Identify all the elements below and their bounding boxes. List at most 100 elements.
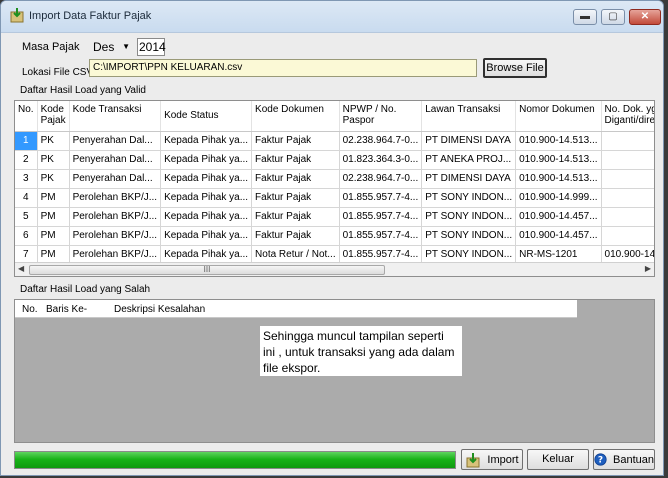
table-cell[interactable]: PT SONY INDON... xyxy=(421,226,517,246)
file-path-input[interactable]: C:\IMPORT\PPN KELUARAN.csv xyxy=(89,59,477,77)
table-cell[interactable]: Kepada Pihak ya... xyxy=(160,207,253,227)
table-cell[interactable]: 010.900-14.457... xyxy=(515,226,602,246)
table-cell[interactable]: PM xyxy=(37,207,70,227)
import-button[interactable]: Import xyxy=(461,449,523,470)
table-cell[interactable] xyxy=(601,207,654,227)
window-title: Import Data Faktur Pajak xyxy=(29,10,152,22)
row-number-cell[interactable]: 1 xyxy=(15,131,38,151)
title-bar[interactable]: Import Data Faktur Pajak ▬ ▢ ✕ xyxy=(1,1,663,33)
table-cell[interactable]: PK xyxy=(37,169,70,189)
table-cell[interactable]: Faktur Pajak xyxy=(251,226,340,246)
valid-data-grid[interactable]: No. Kode Pajak Kode Transaksi Kode Statu… xyxy=(14,100,655,277)
help-icon: ? xyxy=(594,453,607,466)
table-cell[interactable]: Kepada Pihak ya... xyxy=(160,150,253,170)
table-cell[interactable]: 010.900-14.513... xyxy=(515,169,602,189)
table-cell[interactable] xyxy=(601,150,654,170)
table-cell[interactable]: 010.900-14.999... xyxy=(515,188,602,208)
keluar-button[interactable]: Keluar xyxy=(527,449,589,470)
valid-header-row: No. Kode Pajak Kode Transaksi Kode Statu… xyxy=(15,101,654,132)
table-cell[interactable]: Faktur Pajak xyxy=(251,169,340,189)
table-cell[interactable] xyxy=(601,188,654,208)
month-select[interactable]: Des ▼ xyxy=(89,38,133,56)
col-header[interactable]: Lawan Transaksi xyxy=(421,101,517,132)
table-cell[interactable]: Penyerahan Dal... xyxy=(69,169,162,189)
table-cell[interactable]: PT SONY INDON... xyxy=(421,188,517,208)
table-cell[interactable]: 01.855.957.7-4... xyxy=(339,207,423,227)
table-cell[interactable]: PT SONY INDON... xyxy=(421,207,517,227)
table-row[interactable]: 1 PK Penyerahan Dal... Kepada Pihak ya... Fa… xyxy=(15,131,654,151)
table-cell[interactable]: 01.823.364.3-0... xyxy=(339,150,423,170)
col-header[interactable]: Kode Transaksi xyxy=(69,101,162,132)
table-cell[interactable]: PK xyxy=(37,150,70,170)
maximize-button[interactable]: ▢ xyxy=(601,9,625,25)
table-cell[interactable]: 010.900-14.513... xyxy=(515,150,602,170)
table-cell[interactable]: PK xyxy=(37,131,70,151)
import-dialog-window: Import Data Faktur Pajak ▬ ▢ ✕ Masa Paja… xyxy=(0,0,664,476)
table-cell[interactable]: Faktur Pajak xyxy=(251,150,340,170)
table-row[interactable]: 2 PK Penyerahan Dal... Kepada Pihak ya... Fa… xyxy=(15,150,654,170)
table-cell[interactable]: PT DIMENSI DAYA xyxy=(421,131,517,151)
table-cell[interactable]: Penyerahan Dal... xyxy=(69,150,162,170)
col-header[interactable]: Kode Dokumen xyxy=(251,101,340,132)
scroll-thumb[interactable]: III xyxy=(29,265,385,275)
horizontal-scrollbar[interactable]: ◀ III ▶ xyxy=(15,262,654,276)
table-cell[interactable]: Perolehan BKP/J... xyxy=(69,188,162,208)
table-cell[interactable]: PT DIMENSI DAYA xyxy=(421,169,517,189)
close-button[interactable]: ✕ xyxy=(629,9,661,25)
table-cell[interactable]: 01.855.957.7-4... xyxy=(339,188,423,208)
import-label: Import xyxy=(487,453,519,466)
table-cell[interactable]: PM xyxy=(37,188,70,208)
minimize-button[interactable]: ▬ xyxy=(573,9,597,25)
bantuan-button[interactable]: ? Bantuan xyxy=(593,449,655,470)
table-cell[interactable]: 010.900-14.457... xyxy=(515,207,602,227)
table-cell[interactable] xyxy=(601,169,654,189)
col-header[interactable]: Nomor Dokumen xyxy=(515,101,602,132)
progress-fill xyxy=(15,452,455,468)
table-cell[interactable]: 02.238.964.7-0... xyxy=(339,131,423,151)
table-cell[interactable]: Kepada Pihak ya... xyxy=(160,131,253,151)
table-row[interactable]: 5 PM Perolehan BKP/J... Kepada Pihak ya... F… xyxy=(15,207,654,227)
svg-text:?: ? xyxy=(598,456,603,466)
col-header[interactable]: Kode Status xyxy=(160,101,253,132)
row-number-cell[interactable]: 5 xyxy=(15,207,38,227)
load-progress-bar xyxy=(14,451,456,469)
year-input[interactable]: 2014 xyxy=(137,38,166,56)
row-number-cell[interactable]: 6 xyxy=(15,226,38,246)
bantuan-label: Bantuan xyxy=(613,453,654,466)
row-number-cell[interactable]: 4 xyxy=(15,188,38,208)
table-cell[interactable] xyxy=(601,131,654,151)
browse-file-button[interactable]: Browse File xyxy=(483,58,547,78)
table-cell[interactable]: Faktur Pajak xyxy=(251,188,340,208)
table-cell[interactable]: Faktur Pajak xyxy=(251,207,340,227)
table-cell[interactable]: Perolehan BKP/J... xyxy=(69,226,162,246)
table-cell[interactable]: PM xyxy=(37,226,70,246)
table-cell[interactable]: Perolehan BKP/J... xyxy=(69,207,162,227)
lokasi-file-label: Lokasi File CSV xyxy=(22,67,94,78)
col-header[interactable]: Kode Pajak xyxy=(37,101,70,132)
col-header[interactable]: NPWP / No. Paspor xyxy=(339,101,423,132)
scroll-right-icon[interactable]: ▶ xyxy=(645,264,651,273)
valid-table-body: 1 PK Penyerahan Dal... Kepada Pihak ya... Fa… xyxy=(15,131,654,265)
table-cell[interactable]: Kepada Pihak ya... xyxy=(160,169,253,189)
col-header[interactable]: Deskripsi Kesalahan xyxy=(114,304,205,315)
table-cell[interactable]: PT ANEKA PROJ... xyxy=(421,150,517,170)
table-row[interactable]: 4 PM Perolehan BKP/J... Kepada Pihak ya... F… xyxy=(15,188,654,208)
table-row[interactable]: 6 PM Perolehan BKP/J... Kepada Pihak ya... F… xyxy=(15,226,654,246)
dropdown-arrow-icon: ▼ xyxy=(122,42,130,51)
table-cell[interactable]: Penyerahan Dal... xyxy=(69,131,162,151)
scroll-left-icon[interactable]: ◀ xyxy=(18,264,24,273)
table-cell[interactable]: 01.855.957.7-4... xyxy=(339,226,423,246)
col-header[interactable]: Baris Ke- xyxy=(46,304,87,315)
col-header[interactable]: No. Dok. yg Diganti/diretur xyxy=(601,101,654,132)
row-number-cell[interactable]: 2 xyxy=(15,150,38,170)
col-header[interactable]: No. xyxy=(22,304,38,315)
table-cell[interactable] xyxy=(601,226,654,246)
table-row[interactable]: 3 PK Penyerahan Dal... Kepada Pihak ya... Fa… xyxy=(15,169,654,189)
table-cell[interactable]: Faktur Pajak xyxy=(251,131,340,151)
table-cell[interactable]: 010.900-14.513... xyxy=(515,131,602,151)
table-cell[interactable]: Kepada Pihak ya... xyxy=(160,226,253,246)
col-header[interactable]: No. xyxy=(15,101,38,132)
table-cell[interactable]: 02.238.964.7-0... xyxy=(339,169,423,189)
table-cell[interactable]: Kepada Pihak ya... xyxy=(160,188,253,208)
row-number-cell[interactable]: 3 xyxy=(15,169,38,189)
